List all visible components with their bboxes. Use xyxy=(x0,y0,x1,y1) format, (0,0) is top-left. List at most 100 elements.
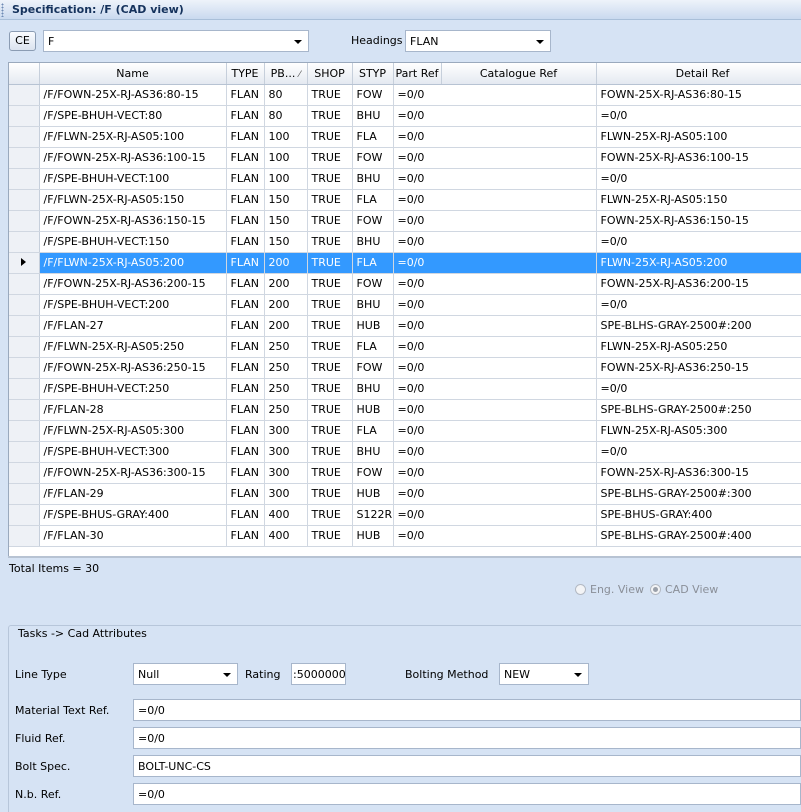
cell-type[interactable]: FLAN xyxy=(226,189,265,211)
cell-name[interactable]: /F/SPE-BHUH-VECT:100 xyxy=(39,168,227,190)
cell-type[interactable]: FLAN xyxy=(226,525,265,547)
cell-part-ref[interactable]: =0/0 xyxy=(393,210,597,232)
cell-pbore[interactable]: 400 xyxy=(264,525,308,547)
cell-catalogue-ref[interactable]: FOWN-25X-RJ-AS36:100-15 xyxy=(596,147,801,169)
column-header-type[interactable]: TYPE xyxy=(226,63,265,85)
cell-shop[interactable]: TRUE xyxy=(307,252,353,274)
bolting-method-combo[interactable]: NEW xyxy=(499,663,589,685)
row-selector[interactable] xyxy=(9,126,40,148)
cell-pbore[interactable]: 300 xyxy=(264,462,308,484)
cell-type[interactable]: FLAN xyxy=(226,357,265,379)
cell-shop[interactable]: TRUE xyxy=(307,168,353,190)
cell-name[interactable]: /F/FOWN-25X-RJ-AS36:150-15 xyxy=(39,210,227,232)
column-header-part-ref[interactable]: Part Ref xyxy=(393,63,442,85)
cell-part-ref[interactable]: =0/0 xyxy=(393,504,597,526)
cell-type[interactable]: FLAN xyxy=(226,441,265,463)
cell-part-ref[interactable]: =0/0 xyxy=(393,483,597,505)
ce-button[interactable]: CE xyxy=(9,31,36,51)
cell-part-ref[interactable]: =0/0 xyxy=(393,126,597,148)
cell-styp[interactable]: FOW xyxy=(352,210,394,232)
cell-shop[interactable]: TRUE xyxy=(307,294,353,316)
cell-shop[interactable]: TRUE xyxy=(307,441,353,463)
cell-styp[interactable]: FOW xyxy=(352,84,394,106)
cell-name[interactable]: /F/FLAN-29 xyxy=(39,483,227,505)
column-header-shop[interactable]: SHOP xyxy=(307,63,353,85)
row-selector[interactable] xyxy=(9,189,40,211)
table-row[interactable]: /F/FOWN-25X-RJ-AS36:80-15 FLAN 80 TRUE FOW =0… xyxy=(9,84,801,106)
cell-name[interactable]: /F/FOWN-25X-RJ-AS36:100-15 xyxy=(39,147,227,169)
cell-part-ref[interactable]: =0/0 xyxy=(393,294,597,316)
cell-catalogue-ref[interactable]: FLWN-25X-RJ-AS05:300 xyxy=(596,420,801,442)
cell-styp[interactable]: FLA xyxy=(352,336,394,358)
cell-shop[interactable]: TRUE xyxy=(307,357,353,379)
cell-part-ref[interactable]: =0/0 xyxy=(393,357,597,379)
table-row[interactable]: /F/FOWN-25X-RJ-AS36:250-15 FLAN 250 TRUE FOW… xyxy=(9,357,801,379)
material-text-input[interactable]: =0/0 xyxy=(133,699,801,721)
cell-catalogue-ref[interactable]: FLWN-25X-RJ-AS05:250 xyxy=(596,336,801,358)
cell-name[interactable]: /F/FLWN-25X-RJ-AS05:150 xyxy=(39,189,227,211)
cell-type[interactable]: FLAN xyxy=(226,84,265,106)
cell-pbore[interactable]: 150 xyxy=(264,210,308,232)
row-selector[interactable] xyxy=(9,336,40,358)
line-type-combo[interactable]: Null xyxy=(133,663,238,685)
cell-shop[interactable]: TRUE xyxy=(307,84,353,106)
cell-part-ref[interactable]: =0/0 xyxy=(393,315,597,337)
cell-pbore[interactable]: 80 xyxy=(264,105,308,127)
cell-type[interactable]: FLAN xyxy=(226,105,265,127)
cell-type[interactable]: FLAN xyxy=(226,231,265,253)
fluid-ref-input[interactable]: =0/0 xyxy=(133,727,801,749)
cell-part-ref[interactable]: =0/0 xyxy=(393,168,597,190)
chevron-down-icon[interactable] xyxy=(536,40,544,44)
cell-catalogue-ref[interactable]: =0/0 xyxy=(596,441,801,463)
table-row[interactable]: /F/FLAN-28 FLAN 250 TRUE HUB =0/0 SPE-BLHS-GRA… xyxy=(9,399,801,421)
cell-shop[interactable]: TRUE xyxy=(307,231,353,253)
cell-shop[interactable]: TRUE xyxy=(307,147,353,169)
column-header-styp[interactable]: STYP xyxy=(352,63,394,85)
cell-name[interactable]: /F/FOWN-25X-RJ-AS36:250-15 xyxy=(39,357,227,379)
cell-pbore[interactable]: 200 xyxy=(264,315,308,337)
cell-styp[interactable]: BHU xyxy=(352,441,394,463)
cell-type[interactable]: FLAN xyxy=(226,483,265,505)
cell-part-ref[interactable]: =0/0 xyxy=(393,420,597,442)
cell-pbore[interactable]: 100 xyxy=(264,168,308,190)
table-row[interactable]: /F/SPE-BHUH-VECT:80 FLAN 80 TRUE BHU =0/0 =0/0… xyxy=(9,105,801,127)
cell-catalogue-ref[interactable]: =0/0 xyxy=(596,168,801,190)
cad-view-radio[interactable]: CAD View xyxy=(650,583,718,596)
cell-catalogue-ref[interactable]: FLWN-25X-RJ-AS05:100 xyxy=(596,126,801,148)
row-selector[interactable] xyxy=(9,147,40,169)
table-row[interactable]: /F/FLAN-27 FLAN 200 TRUE HUB =0/0 SPE-BLHS-GRA… xyxy=(9,315,801,337)
cell-part-ref[interactable]: =0/0 xyxy=(393,273,597,295)
cell-name[interactable]: /F/SPE-BHUH-VECT:300 xyxy=(39,441,227,463)
cell-part-ref[interactable]: =0/0 xyxy=(393,378,597,400)
row-selector[interactable] xyxy=(9,84,40,106)
cell-pbore[interactable]: 300 xyxy=(264,420,308,442)
cell-catalogue-ref[interactable]: FOWN-25X-RJ-AS36:150-15 xyxy=(596,210,801,232)
column-header-catalogue-ref[interactable]: Catalogue Ref xyxy=(441,63,597,85)
cell-type[interactable]: FLAN xyxy=(226,315,265,337)
cell-catalogue-ref[interactable]: =0/0 xyxy=(596,105,801,127)
cell-catalogue-ref[interactable]: SPE-BLHS-GRAY-2500#:250 xyxy=(596,399,801,421)
cell-pbore[interactable]: 200 xyxy=(264,252,308,274)
cell-name[interactable]: /F/FLAN-27 xyxy=(39,315,227,337)
cell-type[interactable]: FLAN xyxy=(226,252,265,274)
rating-input[interactable]: :50000000 xyxy=(291,663,346,685)
row-selector[interactable] xyxy=(9,105,40,127)
cell-shop[interactable]: TRUE xyxy=(307,189,353,211)
cell-styp[interactable]: FOW xyxy=(352,462,394,484)
cell-styp[interactable]: FLA xyxy=(352,189,394,211)
table-row[interactable]: /F/FLAN-30 FLAN 400 TRUE HUB =0/0 SPE-BLHS-GRA… xyxy=(9,525,801,547)
cell-pbore[interactable]: 250 xyxy=(264,399,308,421)
cell-part-ref[interactable]: =0/0 xyxy=(393,525,597,547)
row-selector[interactable] xyxy=(9,315,40,337)
cell-catalogue-ref[interactable]: FLWN-25X-RJ-AS05:150 xyxy=(596,189,801,211)
row-selector[interactable] xyxy=(9,441,40,463)
cell-type[interactable]: FLAN xyxy=(226,399,265,421)
column-header-pbore[interactable]: PB... ⁄ xyxy=(264,63,308,85)
row-selector[interactable] xyxy=(9,294,40,316)
table-row[interactable]: /F/SPE-BHUH-VECT:250 FLAN 250 TRUE BHU =0/0 =0… xyxy=(9,378,801,400)
row-selector[interactable] xyxy=(9,504,40,526)
cell-styp[interactable]: FOW xyxy=(352,273,394,295)
cell-catalogue-ref[interactable]: FOWN-25X-RJ-AS36:300-15 xyxy=(596,462,801,484)
cell-catalogue-ref[interactable]: FOWN-25X-RJ-AS36:200-15 xyxy=(596,273,801,295)
cell-type[interactable]: FLAN xyxy=(226,504,265,526)
